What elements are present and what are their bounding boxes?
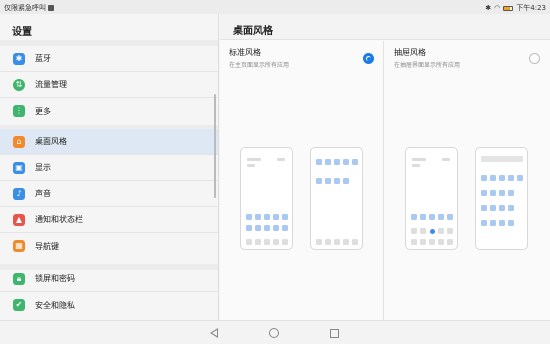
sidebar-item-label: 安全和隐私 <box>35 300 75 310</box>
recent-apps-icon[interactable] <box>328 327 340 339</box>
display-icon: ▣ <box>13 161 25 174</box>
sidebar-item-label: 锁屏和密码 <box>35 274 75 283</box>
data-usage-icon: ⇅ <box>13 78 25 91</box>
drawer-style-radio[interactable] <box>529 53 540 64</box>
home-icon[interactable] <box>268 327 280 339</box>
sidebar-item-more[interactable]: ⋮ 更多 <box>0 98 218 124</box>
sidebar-scrollbar[interactable] <box>214 94 216 198</box>
status-right: ✱ ◠ 下午4:23 <box>485 3 546 13</box>
sidebar-item-label: 导航键 <box>35 241 59 251</box>
status-left: 仅限紧急呼叫 <box>4 3 54 13</box>
bluetooth-icon: ✱ <box>13 52 25 65</box>
sidebar-item-label: 声音 <box>35 189 51 198</box>
more-icon: ⋮ <box>13 105 25 117</box>
standard-preview-home <box>240 147 293 250</box>
option-drawer-style[interactable]: 抽屉风格 在抽屉界面显示所有应用 <box>384 41 550 320</box>
drawer-preview-apps <box>475 147 528 250</box>
battery-icon <box>503 5 514 11</box>
sidebar-item-label: 通知和状态栏 <box>35 215 83 224</box>
sidebar-title: 设置 <box>12 27 32 38</box>
option-standard-style[interactable]: 标准风格 在主页面显示所有应用 <box>220 41 383 320</box>
navigation-icon: ▦ <box>13 240 25 252</box>
settings-sidebar: 设置 ✱ 蓝牙 ⇅ 流量管理 ⋮ 更多 ⌂ 桌面风格 ▣ 显示 ♪ 声音 ▲ 通… <box>0 14 219 320</box>
lock-icon: 🔒︎ <box>13 272 25 285</box>
option-subtitle: 在主页面显示所有应用 <box>229 62 290 69</box>
page-title: 桌面风格 <box>233 26 273 37</box>
sidebar-item-display[interactable]: ▣ 显示 <box>0 155 218 181</box>
sidebar-item-label: 桌面风格 <box>35 137 67 146</box>
option-subtitle: 在抽屉界面显示所有应用 <box>394 62 461 69</box>
navigation-bar <box>0 320 550 344</box>
sidebar-item-lock-screen[interactable]: 🔒︎ 锁屏和密码 <box>0 266 218 292</box>
standard-preview-page2 <box>310 147 363 250</box>
sidebar-item-desktop-style[interactable]: ⌂ 桌面风格 <box>0 129 218 155</box>
sidebar-item-sound[interactable]: ♪ 声音 <box>0 181 218 207</box>
sidebar-item-label: 流量管理 <box>35 80 67 89</box>
sidebar-item-bluetooth[interactable]: ✱ 蓝牙 <box>0 46 218 72</box>
status-time: 下午4:23 <box>516 4 546 12</box>
option-title: 抽屉风格 <box>394 48 426 57</box>
sidebar-item-label: 蓝牙 <box>35 54 51 63</box>
bluetooth-icon: ✱ <box>485 3 492 12</box>
content-header: 桌面风格 <box>220 14 550 40</box>
sound-icon: ♪ <box>13 187 25 200</box>
shield-icon: ✔ <box>13 299 25 311</box>
status-bar: 仅限紧急呼叫 ✱ ◠ 下午4:23 <box>0 0 550 14</box>
back-icon[interactable] <box>208 327 220 339</box>
sim-icon <box>48 5 54 11</box>
option-title: 标准风格 <box>229 48 261 57</box>
drawer-preview-home <box>405 147 458 250</box>
home-icon: ⌂ <box>13 135 25 148</box>
standard-style-radio[interactable] <box>363 53 374 64</box>
sidebar-item-label: 更多 <box>35 106 51 116</box>
sidebar-item-navigation-keys[interactable]: ▦ 导航键 <box>0 233 218 259</box>
sidebar-item-data-usage[interactable]: ⇅ 流量管理 <box>0 72 218 98</box>
sidebar-group-1: ✱ 蓝牙 ⇅ 流量管理 ⋮ 更多 <box>0 46 218 124</box>
sidebar-item-notifications[interactable]: ▲ 通知和状态栏 <box>0 207 218 233</box>
wifi-icon: ◠ <box>494 3 501 12</box>
notification-icon: ▲ <box>13 213 25 226</box>
desktop-style-pane: 桌面风格 标准风格 在主页面显示所有应用 抽屉风格 在抽屉界面显示所有应用 <box>220 14 550 320</box>
sidebar-item-label: 显示 <box>35 163 51 172</box>
sidebar-group-2: ⌂ 桌面风格 ▣ 显示 ♪ 声音 ▲ 通知和状态栏 ▦ 导航键 <box>0 129 218 259</box>
sidebar-group-3: 🔒︎ 锁屏和密码 ✔ 安全和隐私 <box>0 266 218 318</box>
emergency-call-text: 仅限紧急呼叫 <box>4 4 46 12</box>
sidebar-item-security[interactable]: ✔ 安全和隐私 <box>0 292 218 318</box>
